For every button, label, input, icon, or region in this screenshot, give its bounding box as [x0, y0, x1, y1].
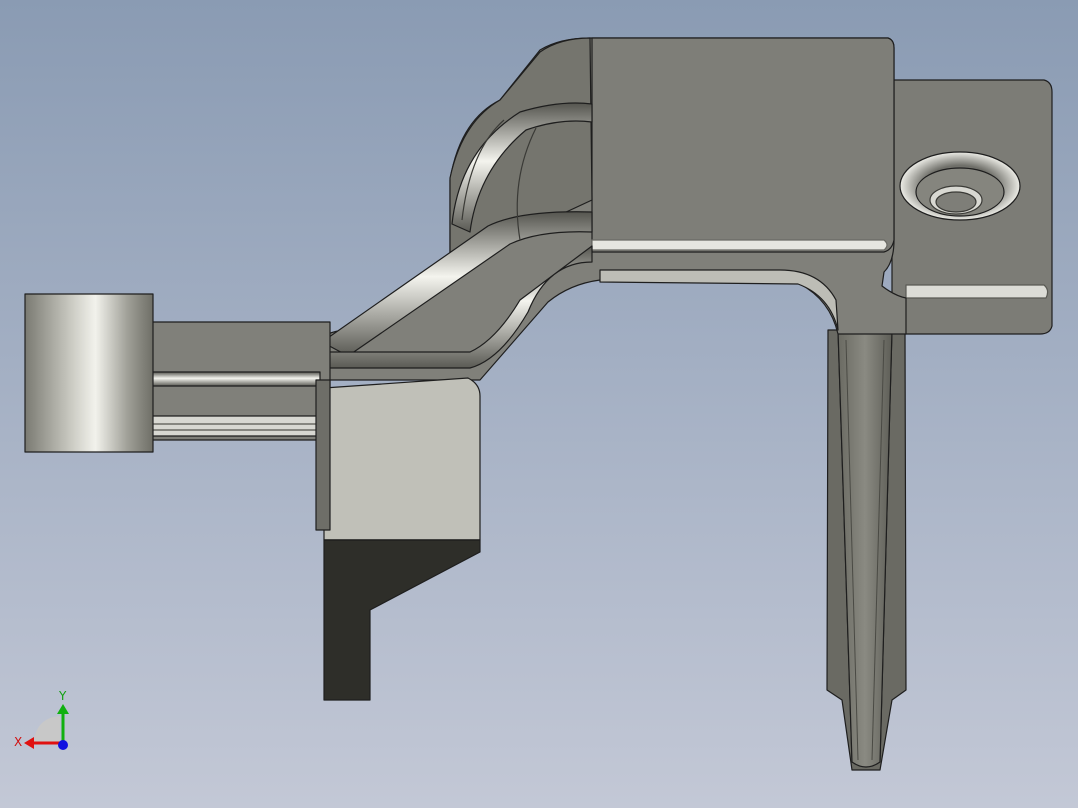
y-axis-arrow-icon	[57, 704, 69, 714]
axis-triad: Y X	[14, 689, 69, 750]
tapered-leg	[826, 329, 907, 771]
3d-viewport[interactable]: Y X	[0, 0, 1078, 808]
x-axis-arrow-icon	[24, 737, 34, 749]
x-axis-label: X	[14, 735, 22, 749]
main-body	[317, 37, 907, 381]
boss-cylinder	[24, 293, 154, 453]
front-block	[315, 377, 481, 701]
triad-plane-icon	[34, 716, 60, 742]
mounting-tab	[891, 79, 1053, 335]
bracket-model[interactable]	[24, 37, 1053, 771]
z-axis-dot-icon	[58, 740, 68, 750]
y-axis-label: Y	[58, 689, 67, 703]
